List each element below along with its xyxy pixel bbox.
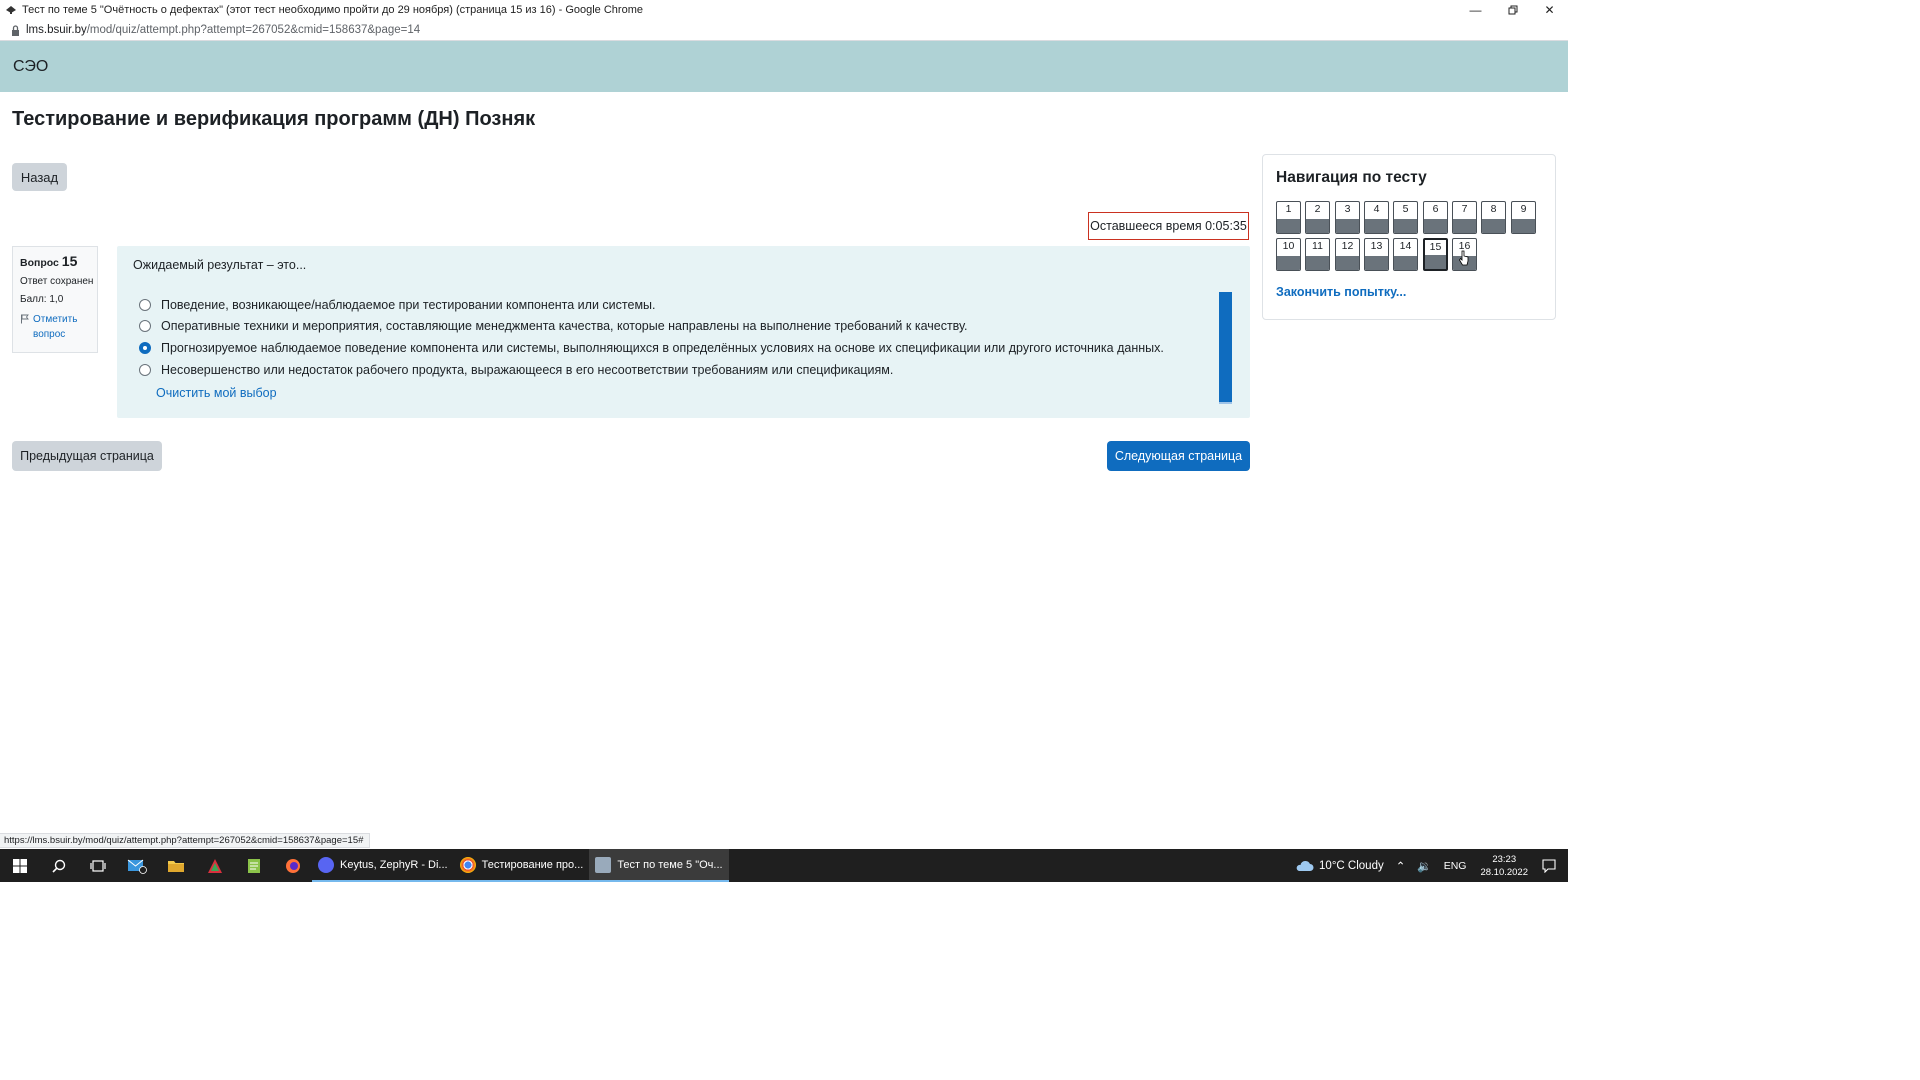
quiz-navigation-title: Навигация по тесту <box>1276 169 1427 186</box>
taskbar-clock[interactable]: 23:23 28.10.2022 <box>1480 853 1528 879</box>
firefox-icon[interactable] <box>273 849 312 882</box>
answer-option-4[interactable]: Несовершенство или недостаток рабочего п… <box>139 360 893 380</box>
site-brand[interactable]: СЭО <box>13 58 48 76</box>
question-label: Вопрос <box>20 257 59 269</box>
cloud-icon <box>1296 860 1314 871</box>
quiz-nav-button-10[interactable]: 10 <box>1276 238 1301 271</box>
answer-option-1[interactable]: Поведение, возникающее/наблюдаемое при т… <box>139 295 656 315</box>
quiz-nav-button-4[interactable]: 4 <box>1364 201 1389 234</box>
question-text: Ожидаемый результат – это... <box>133 258 307 272</box>
quiz-nav-button-2[interactable]: 2 <box>1305 201 1330 234</box>
task-view-icon[interactable] <box>78 849 117 882</box>
answer-text-1[interactable]: Поведение, возникающее/наблюдаемое при т… <box>161 298 656 312</box>
notepad-icon[interactable] <box>234 849 273 882</box>
search-icon[interactable] <box>39 849 78 882</box>
question-status: Ответ сохранен <box>20 276 94 287</box>
taskbar: Keytus, ZephyR - Di... Тестирование про.… <box>0 849 1568 882</box>
question-number: 15 <box>61 253 78 269</box>
clock-date: 28.10.2022 <box>1480 866 1528 878</box>
question-content: Ожидаемый результат – это... Поведение, … <box>117 246 1250 418</box>
url-path: /mod/quiz/attempt.php?attempt=267052&cmi… <box>86 24 421 36</box>
close-icon[interactable]: ✕ <box>1531 0 1568 20</box>
quiz-nav-button-13[interactable]: 13 <box>1364 238 1389 271</box>
quiz-nav-button-1[interactable]: 1 <box>1276 201 1301 234</box>
flag-icon <box>21 314 29 324</box>
quiz-nav-button-12[interactable]: 12 <box>1335 238 1360 271</box>
taskbar-app-label: Тест по теме 5 "Оч... <box>617 858 723 871</box>
clear-choice-link[interactable]: Очистить мой выбор <box>156 386 277 400</box>
answer-radio-2[interactable] <box>139 320 151 332</box>
answer-text-2[interactable]: Оперативные техники и мероприятия, соста… <box>161 319 968 333</box>
quiz-nav-button-3[interactable]: 3 <box>1335 201 1360 234</box>
quiz-nav-button-6[interactable]: 6 <box>1423 201 1448 234</box>
answer-option-3[interactable]: Прогнозируемое наблюдаемое поведение ком… <box>139 338 1164 358</box>
quiz-nav-button-5[interactable]: 5 <box>1393 201 1418 234</box>
taskbar-app-label: Keytus, ZephyR - Di... <box>340 858 448 871</box>
quiz-nav-button-15[interactable]: 15 <box>1423 238 1448 271</box>
next-page-button[interactable]: Следующая страница <box>1107 441 1250 471</box>
address-bar[interactable]: lms.bsuir.by/mod/quiz/attempt.php?attemp… <box>0 20 1568 41</box>
quiz-nav-button-11[interactable]: 11 <box>1305 238 1330 271</box>
tray-chevron-icon[interactable]: ⌃ <box>1396 859 1406 873</box>
page-title: Тестирование и верификация программ (ДН)… <box>12 108 536 130</box>
discord-icon <box>318 856 334 873</box>
flag-question-label: Отметить вопрос <box>33 314 78 340</box>
quiz-navigation-block: Навигация по тесту 1 2 3 4 5 6 7 8 9 10 … <box>1262 154 1556 320</box>
hand-cursor-icon <box>1459 250 1469 266</box>
site-header: СЭО <box>0 41 1568 92</box>
volume-icon[interactable]: 🔉 <box>1417 859 1431 873</box>
system-tray: 10°C Cloudy ⌃ 🔉 ENG 23:23 28.10.2022 <box>1288 849 1568 882</box>
quiz-nav-button-7[interactable]: 7 <box>1452 201 1477 234</box>
weather-widget[interactable]: 10°C Cloudy <box>1294 860 1384 872</box>
answer-radio-4[interactable] <box>139 364 151 376</box>
back-button[interactable]: Назад <box>12 163 67 191</box>
taskbar-app-quiz-window[interactable]: Тест по теме 5 "Оч... <box>589 849 729 882</box>
clock-time: 23:23 <box>1492 853 1517 865</box>
mail-icon[interactable] <box>117 849 156 882</box>
restore-icon[interactable] <box>1494 0 1531 20</box>
answer-text-3[interactable]: Прогнозируемое наблюдаемое поведение ком… <box>161 341 1164 355</box>
browser-status-bar: https://lms.bsuir.by/mod/quiz/attempt.ph… <box>0 833 371 848</box>
language-indicator[interactable]: ENG <box>1444 860 1467 872</box>
answer-text-4[interactable]: Несовершенство или недостаток рабочего п… <box>161 363 893 377</box>
answer-radio-1[interactable] <box>139 299 151 311</box>
question-grade: Балл: 1,0 <box>20 294 64 305</box>
flag-question-link[interactable]: Отметить вопрос <box>20 312 97 342</box>
notifications-icon[interactable] <box>1542 858 1556 873</box>
url-host: lms.bsuir.by <box>26 24 87 36</box>
answer-radio-3[interactable] <box>139 342 151 354</box>
taskbar-app-label: Тестирование про... <box>481 858 584 871</box>
quiz-nav-button-9[interactable]: 9 <box>1511 201 1536 234</box>
taskbar-app-chrome[interactable]: Тестирование про... <box>453 849 590 882</box>
windows-start-icon[interactable] <box>0 849 39 882</box>
taskbar-app-discord[interactable]: Keytus, ZephyR - Di... <box>312 849 454 882</box>
window-title: Тест по теме 5 "Очётность о дефектах" (э… <box>22 4 643 16</box>
moodle-icon <box>595 856 612 873</box>
app-triangle-icon[interactable] <box>195 849 234 882</box>
quiz-nav-button-8[interactable]: 8 <box>1481 201 1506 234</box>
question-info: Вопрос 15 Ответ сохранен Балл: 1,0 Отмет… <box>12 246 98 353</box>
previous-page-button[interactable]: Предыдущая страница <box>12 441 162 471</box>
moodle-icon <box>4 3 18 17</box>
quiz-nav-button-14[interactable]: 14 <box>1393 238 1418 271</box>
lock-icon[interactable] <box>11 24 20 36</box>
minimize-icon[interactable]: — <box>1457 0 1494 20</box>
finish-attempt-link[interactable]: Закончить попытку... <box>1276 285 1406 299</box>
window-controls: — ✕ <box>1457 0 1568 20</box>
chrome-icon <box>459 856 476 873</box>
answer-option-2[interactable]: Оперативные техники и мероприятия, соста… <box>139 316 968 336</box>
quiz-timer: Оставшееся время 0:05:35 <box>1088 212 1249 240</box>
scroll-indicator[interactable] <box>1219 292 1232 404</box>
question-number-row: Вопрос 15 <box>20 253 97 269</box>
weather-text: 10°C Cloudy <box>1319 859 1384 872</box>
window-titlebar: Тест по теме 5 "Очётность о дефектах" (э… <box>0 0 1568 20</box>
file-explorer-icon[interactable] <box>156 849 195 882</box>
